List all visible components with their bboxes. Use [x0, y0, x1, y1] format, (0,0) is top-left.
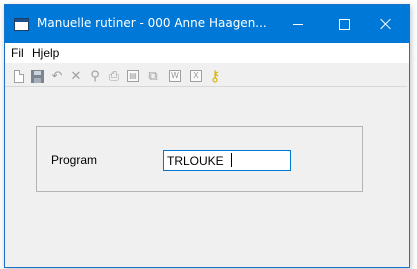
delete-icon[interactable]: ✕ — [68, 68, 84, 84]
word-icon[interactable]: W — [167, 68, 183, 84]
find-icon[interactable]: ⚲ — [87, 68, 103, 84]
text-caret — [231, 153, 232, 167]
close-icon — [380, 18, 392, 30]
app-window-icon[interactable] — [14, 18, 29, 31]
menu-fil[interactable]: Fil — [11, 46, 24, 60]
menu-bar: Fil Hjelp — [5, 43, 409, 63]
undo-icon[interactable]: ↶ — [49, 68, 65, 84]
title-bar[interactable]: Manuelle rutiner - 000 Anne Haagen... — [5, 5, 409, 43]
close-button[interactable] — [363, 5, 409, 43]
program-label: Program — [51, 153, 98, 167]
new-document-icon[interactable] — [11, 68, 27, 84]
window-title: Manuelle rutiner - 000 Anne Haagen... — [37, 16, 267, 30]
calculator-icon[interactable]: ▤ — [125, 68, 141, 84]
program-input[interactable] — [163, 150, 291, 171]
copy-icon[interactable]: ⧉ — [145, 68, 161, 84]
save-icon[interactable] — [29, 68, 45, 84]
minimize-button[interactable] — [275, 5, 321, 43]
maximize-icon — [338, 18, 350, 30]
maximize-button[interactable] — [321, 5, 367, 43]
toolbar-divider — [5, 86, 407, 87]
help-key-icon[interactable]: ⚷ — [207, 67, 223, 85]
excel-icon[interactable]: X — [188, 68, 204, 84]
print-icon[interactable]: ⎙ — [106, 68, 122, 84]
minimize-icon — [293, 23, 303, 25]
menu-hjelp[interactable]: Hjelp — [32, 46, 59, 60]
